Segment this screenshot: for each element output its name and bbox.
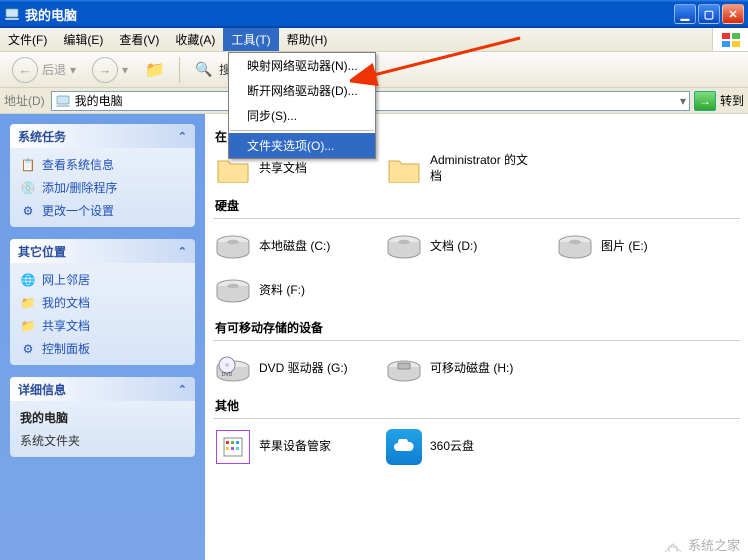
menu-tools[interactable]: 工具(T) [223, 28, 278, 51]
folder-admin-documents[interactable]: Administrator 的文档 [384, 149, 539, 189]
task-change-setting[interactable]: ⚙更改一个设置 [20, 202, 185, 219]
dvd-drive-g[interactable]: DVD DVD 驱动器 (G:) [213, 349, 368, 389]
toolbar-separator [179, 57, 180, 83]
minimize-button[interactable]: ▁ [674, 4, 696, 24]
place-network[interactable]: 🌐网上邻居 [20, 271, 185, 288]
section-rule [213, 418, 740, 419]
computer-icon [55, 93, 71, 109]
panel-header[interactable]: 系统任务⌃ [10, 124, 195, 148]
sidebar: 系统任务⌃ 📋查看系统信息 💿添加/删除程序 ⚙更改一个设置 其它位置⌃ 🌐网上… [0, 114, 205, 560]
folder-icon: 📁 [20, 318, 36, 334]
collapse-icon: ⌃ [178, 245, 187, 258]
app-apple-device-manager[interactable]: 苹果设备管家 [213, 427, 368, 467]
panel-system-tasks: 系统任务⌃ 📋查看系统信息 💿添加/删除程序 ⚙更改一个设置 [10, 124, 195, 227]
drive-f[interactable]: 资料 (F:) [213, 271, 368, 311]
watermark: 系统之家 [662, 535, 740, 554]
go-button[interactable]: → [694, 91, 716, 111]
collapse-icon: ⌃ [178, 130, 187, 143]
panel-header[interactable]: 其它位置⌃ [10, 239, 195, 263]
hard-drive-icon [557, 229, 593, 265]
dropdown-sync[interactable]: 同步(S)... [229, 103, 375, 128]
panel-details: 详细信息⌃ 我的电脑 系统文件夹 [10, 377, 195, 457]
info-icon: 📋 [20, 157, 36, 173]
menubar: 文件(F) 编辑(E) 查看(V) 收藏(A) 工具(T) 帮助(H) [0, 28, 748, 52]
computer-icon [4, 6, 20, 22]
app-360-cloud[interactable]: 360云盘 [384, 427, 539, 467]
collapse-icon: ⌃ [178, 383, 187, 396]
folder-icon [386, 151, 422, 187]
back-label: 后退 [42, 61, 66, 78]
main-pane: 在 共享文档 Administrator 的文档 硬盘 本地磁盘 (C:) 文档… [205, 114, 748, 560]
details-type: 系统文件夹 [20, 432, 185, 449]
forward-arrow-icon: → [92, 57, 118, 83]
add-remove-icon: 💿 [20, 180, 36, 196]
details-name: 我的电脑 [20, 409, 185, 426]
removable-drive-icon [386, 351, 422, 387]
menu-view[interactable]: 查看(V) [111, 28, 167, 51]
menu-edit[interactable]: 编辑(E) [55, 28, 111, 51]
windows-logo [712, 28, 748, 51]
dvd-drive-icon: DVD [215, 351, 251, 387]
go-label: 转到 [720, 92, 744, 109]
section-rule [213, 218, 740, 219]
svg-text:DVD: DVD [222, 372, 233, 378]
dropdown-disconnect-drive[interactable]: 断开网络驱动器(D)... [229, 78, 375, 103]
address-label: 地址(D) [4, 92, 45, 109]
hard-drive-icon [386, 229, 422, 265]
search-icon: 🔍 [193, 59, 215, 81]
forward-button[interactable]: →▾ [86, 55, 134, 85]
dropdown-folder-options[interactable]: 文件夹选项(O)... [229, 133, 375, 158]
titlebar: 我的电脑 ▁ ▢ ✕ [0, 0, 748, 28]
back-button[interactable]: ←后退▾ [6, 55, 82, 85]
section-label: 硬盘 [215, 197, 740, 214]
task-add-remove[interactable]: 💿添加/删除程序 [20, 179, 185, 196]
up-button[interactable]: 📁 [138, 57, 172, 83]
tools-dropdown: 映射网络驱动器(N)... 断开网络驱动器(D)... 同步(S)... 文件夹… [228, 52, 376, 159]
place-shared-docs[interactable]: 📁共享文档 [20, 317, 185, 334]
dropdown-separator [230, 130, 374, 131]
back-arrow-icon: ← [12, 57, 38, 83]
place-my-documents[interactable]: 📁我的文档 [20, 294, 185, 311]
drive-c[interactable]: 本地磁盘 (C:) [213, 227, 368, 267]
task-system-info[interactable]: 📋查看系统信息 [20, 156, 185, 173]
place-control-panel[interactable]: ⚙控制面板 [20, 340, 185, 357]
control-panel-icon: ⚙ [20, 341, 36, 357]
menu-file[interactable]: 文件(F) [0, 28, 55, 51]
cloud-app-icon [386, 429, 422, 465]
drive-e[interactable]: 图片 (E:) [555, 227, 710, 267]
chevron-down-icon[interactable]: ▾ [680, 94, 686, 108]
section-label: 其他 [215, 397, 740, 414]
folder-icon: 📁 [20, 295, 36, 311]
removable-drive-h[interactable]: 可移动磁盘 (H:) [384, 349, 539, 389]
section-rule [213, 340, 740, 341]
address-value: 我的电脑 [75, 92, 123, 109]
network-icon: 🌐 [20, 272, 36, 288]
app-icon [215, 429, 251, 465]
panel-header[interactable]: 详细信息⌃ [10, 377, 195, 401]
maximize-button[interactable]: ▢ [698, 4, 720, 24]
section-label: 有可移动存储的设备 [215, 319, 740, 336]
menu-favorites[interactable]: 收藏(A) [167, 28, 223, 51]
close-button[interactable]: ✕ [722, 4, 744, 24]
folder-up-icon: 📁 [144, 59, 166, 81]
dropdown-map-drive[interactable]: 映射网络驱动器(N)... [229, 53, 375, 78]
window-title: 我的电脑 [25, 5, 674, 24]
hard-drive-icon [215, 229, 251, 265]
hard-drive-icon [215, 273, 251, 309]
drive-d[interactable]: 文档 (D:) [384, 227, 539, 267]
menu-help[interactable]: 帮助(H) [279, 28, 336, 51]
panel-other-places: 其它位置⌃ 🌐网上邻居 📁我的文档 📁共享文档 ⚙控制面板 [10, 239, 195, 365]
settings-icon: ⚙ [20, 203, 36, 219]
